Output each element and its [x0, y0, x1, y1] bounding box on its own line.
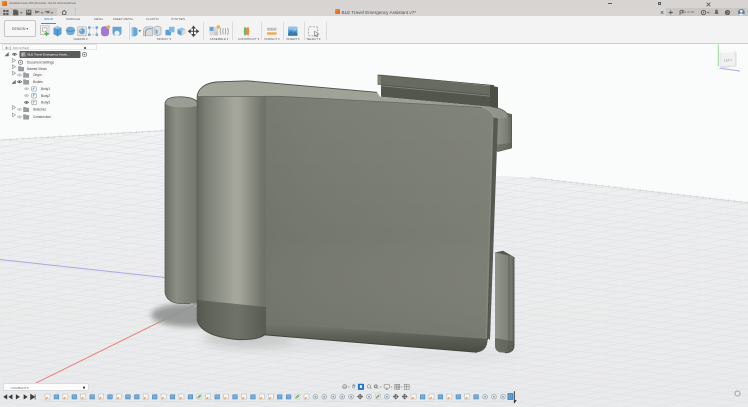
- svg-text:BLE Travel Emergency Assist...: BLE Travel Emergency Assist...: [28, 53, 70, 57]
- svg-text:Construction: Construction: [33, 115, 51, 119]
- svg-text:Sketches: Sketches: [33, 108, 47, 112]
- svg-text:Body2: Body2: [41, 94, 50, 98]
- svg-text:x: x: [738, 69, 740, 73]
- svg-text:Document Settings: Document Settings: [27, 61, 54, 65]
- svg-text:Body3: Body3: [41, 101, 50, 105]
- svg-text:Origin: Origin: [33, 73, 42, 77]
- svg-text:LEFT: LEFT: [724, 59, 732, 63]
- svg-text:Body1: Body1: [41, 87, 50, 91]
- svg-text:Named Views: Named Views: [27, 67, 47, 71]
- svg-text:Bodies: Bodies: [33, 80, 43, 84]
